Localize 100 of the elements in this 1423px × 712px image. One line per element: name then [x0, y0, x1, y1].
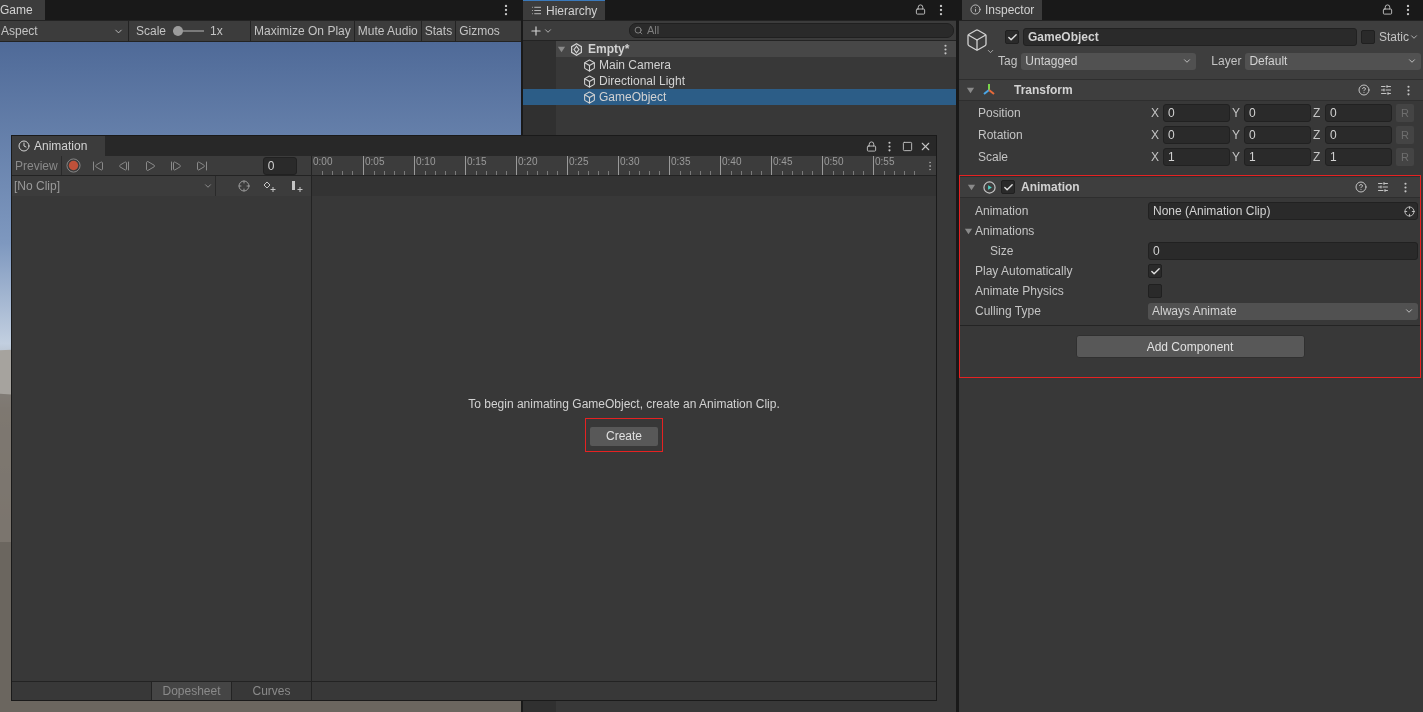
layer-label: Layer — [1211, 53, 1242, 70]
search-field[interactable]: All — [629, 23, 954, 38]
number-field[interactable]: 1 — [1163, 148, 1230, 166]
inspector-tab[interactable]: Inspector — [962, 0, 1043, 20]
cube-icon — [583, 74, 596, 88]
toolbar-toggle[interactable]: Maximize On Play — [250, 21, 354, 41]
number-field[interactable]: 0 — [1244, 104, 1311, 122]
add-event-icon[interactable] — [290, 180, 304, 192]
lock-icon[interactable] — [915, 4, 926, 15]
layer-dropdown[interactable]: Default — [1245, 52, 1421, 70]
static-dropdown[interactable]: Static — [1379, 28, 1421, 46]
number-field[interactable]: 0 — [1325, 126, 1392, 144]
transform-icon — [982, 83, 996, 97]
dropdown[interactable]: Always Animate — [1148, 302, 1418, 320]
name-field[interactable]: GameObject — [1023, 28, 1357, 46]
component-title: Animation — [1021, 179, 1080, 196]
record-icon[interactable] — [65, 158, 81, 173]
cube-icon — [583, 90, 596, 104]
message-text: To begin animating GameObject, create an Animation Clip. — [468, 396, 780, 413]
time-label: 0:20 — [517, 156, 539, 167]
enabled-checkbox[interactable] — [1001, 180, 1015, 194]
expanded-arrow-icon[interactable] — [967, 182, 976, 192]
lock-icon[interactable] — [1382, 4, 1393, 15]
time-label: 0:10 — [415, 156, 437, 167]
animation-tab[interactable]: Animation — [12, 136, 105, 156]
play-icon[interactable] — [143, 159, 156, 172]
number-field[interactable]: 1 — [1325, 148, 1392, 166]
number-field[interactable]: 0 — [1244, 126, 1311, 144]
first-frame-icon[interactable] — [91, 159, 104, 172]
hierarchy-item[interactable]: Directional Light — [523, 73, 956, 89]
close-icon[interactable] — [919, 140, 932, 153]
scale-slider[interactable] — [173, 26, 205, 36]
time-label: 0:15 — [466, 156, 488, 167]
property-label: Rotation — [978, 127, 1024, 144]
lock-icon[interactable] — [866, 141, 877, 152]
time-label: 0:35 — [670, 156, 692, 167]
number-field[interactable]: 0 — [1163, 126, 1230, 144]
list-icon — [531, 5, 542, 16]
cube-icon — [583, 58, 596, 72]
foldout-label: Animations — [975, 223, 1035, 240]
tag-dropdown[interactable]: Untagged — [1021, 52, 1197, 70]
static-checkbox[interactable] — [1361, 30, 1375, 44]
plus-icon — [529, 23, 543, 38]
hierarchy-tab[interactable]: Hierarchy — [523, 0, 606, 20]
axis-label: Z — [1313, 127, 1322, 144]
maximize-icon[interactable] — [902, 141, 913, 152]
number-field[interactable]: 0 — [1148, 242, 1418, 260]
scale-label: Scale — [136, 23, 167, 40]
axis-label: Y — [1232, 149, 1241, 166]
expanded-arrow-icon[interactable] — [557, 44, 566, 54]
settings-icon[interactable] — [1377, 181, 1389, 193]
chevron-down-icon — [1182, 56, 1193, 66]
time-label: 0:55 — [874, 156, 896, 167]
number-field[interactable]: 0 — [1325, 104, 1392, 122]
toolbar-toggle[interactable]: Mute Audio — [353, 21, 421, 41]
expanded-arrow-icon[interactable] — [966, 85, 975, 95]
add-component-button[interactable]: Add Component — [1075, 335, 1305, 358]
chevron-down-icon — [1404, 306, 1414, 316]
object-field[interactable]: None (Animation Clip) — [1148, 202, 1418, 220]
help-icon[interactable] — [1358, 84, 1370, 96]
frame-field[interactable]: 0 — [262, 156, 297, 175]
object-picker-icon[interactable] — [1404, 205, 1415, 217]
add-keyframe-icon[interactable] — [263, 180, 277, 192]
time-label: 0:30 — [619, 156, 641, 167]
chevron-down-icon — [1407, 56, 1417, 66]
time-label: 0:05 — [364, 156, 386, 167]
axis-label: Z — [1313, 105, 1322, 122]
hierarchy-item[interactable]: GameObject — [523, 89, 956, 105]
toolbar-toggle[interactable]: Stats — [420, 21, 456, 41]
last-frame-icon[interactable] — [195, 159, 208, 172]
game-tab[interactable]: Game — [0, 0, 45, 20]
property-label: Position — [978, 105, 1022, 122]
toolbar-toggle[interactable]: Gizmos — [455, 21, 503, 41]
previous-frame-icon[interactable] — [117, 159, 130, 172]
create-button[interactable]: Create — [590, 426, 658, 446]
chevron-down-icon — [203, 181, 213, 191]
tag-label: Tag — [998, 53, 1018, 70]
next-frame-icon[interactable] — [169, 159, 182, 172]
property-label: Animation — [975, 203, 1030, 220]
axis-label: X — [1151, 127, 1160, 144]
time-label: 0:45 — [772, 156, 794, 167]
active-checkbox[interactable] — [1005, 30, 1019, 44]
expanded-arrow-icon[interactable] — [964, 226, 973, 236]
time-label: 0:40 — [721, 156, 743, 167]
time-label: 0:25 — [568, 156, 590, 167]
aspect-dropdown[interactable]: Aspect — [0, 21, 129, 41]
checkbox[interactable] — [1148, 284, 1162, 298]
axis-label: Y — [1232, 105, 1241, 122]
number-field[interactable]: 1 — [1244, 148, 1311, 166]
hierarchy-item[interactable]: Main Camera — [523, 57, 956, 73]
help-icon[interactable] — [1355, 181, 1367, 193]
settings-icon[interactable] — [1380, 84, 1392, 96]
axis-label: X — [1151, 149, 1160, 166]
chevron-down-icon — [1409, 32, 1419, 42]
clock-icon — [18, 140, 30, 152]
number-field[interactable]: 0 — [1163, 104, 1230, 122]
scene-row[interactable]: Empty* — [556, 41, 956, 57]
crosshair-icon[interactable] — [238, 180, 250, 192]
property-label: Scale — [978, 149, 1010, 166]
checkbox[interactable] — [1148, 264, 1162, 278]
